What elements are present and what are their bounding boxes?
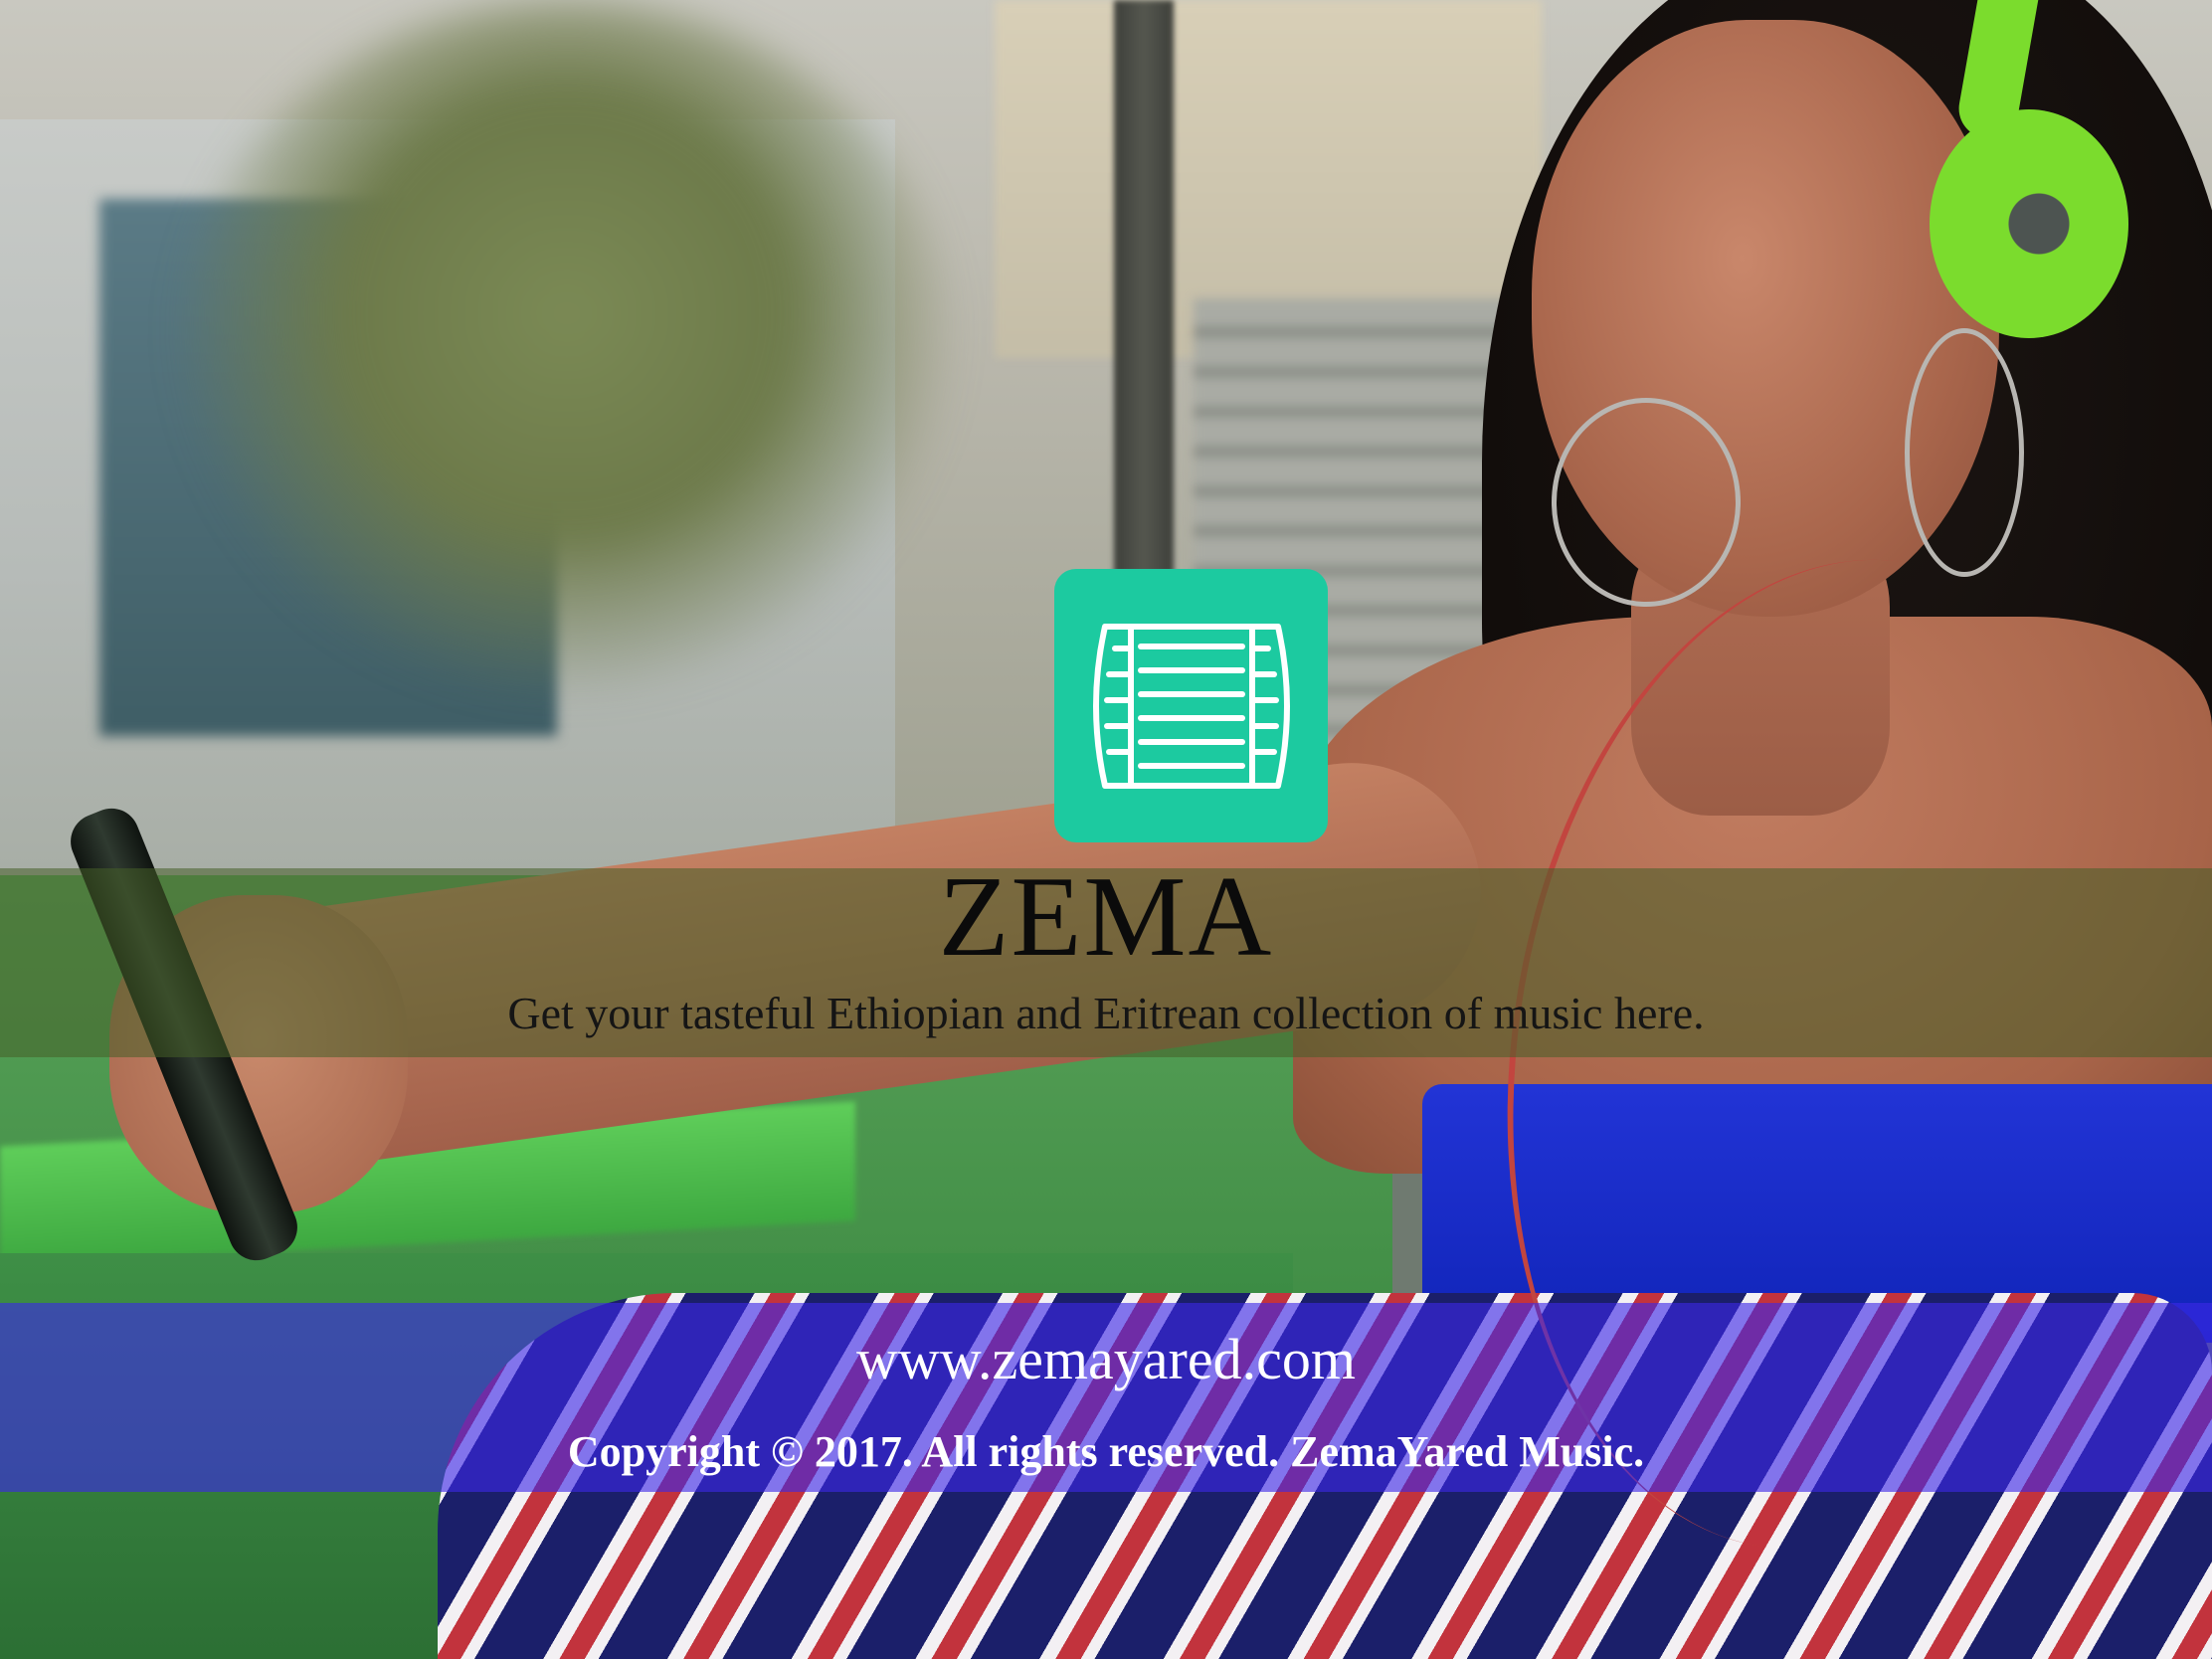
brand-tagline: Get your tasteful Ethiopian and Eritrean… [507,988,1705,1038]
brand-title: ZEMA [938,853,1274,981]
background-tree [179,0,955,696]
website-link[interactable]: www.zemayared.com [0,1331,2212,1388]
copyright-text: Copyright © 2017. All rights reserved. Z… [567,1427,1645,1476]
hoop-earring-right [1905,328,2024,577]
hoop-earring [1552,398,1741,607]
headphones-icon [1930,109,2128,338]
kebero-drum-icon [1092,623,1290,789]
app-logo[interactable] [1054,569,1328,842]
